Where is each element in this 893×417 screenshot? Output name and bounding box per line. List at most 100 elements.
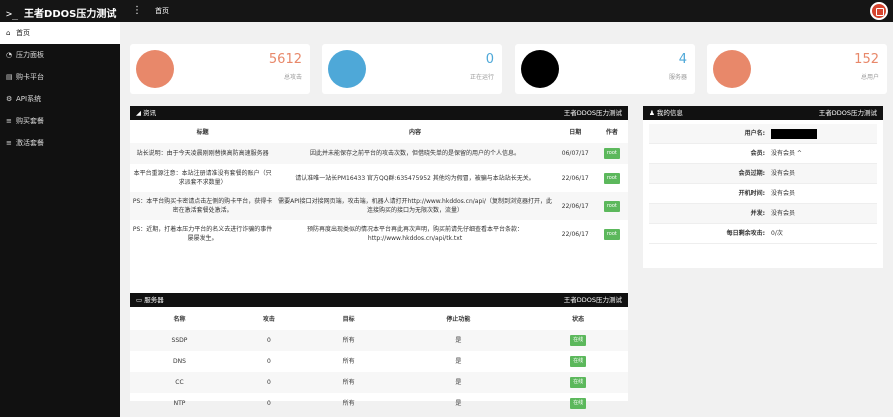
table-row: PS：本平台购买卡密请点击左侧的购卡平台，获得卡密在激活套餐处激活。 需要API接… [130,192,628,220]
server-name-cell: CC [175,379,184,386]
server-stop-cell: 是 [455,400,462,407]
server-title-right: 王者DDOS压力测试 [563,296,622,304]
top-bar: >_ 王者DDOS压力测试 ⋮ 首页 [0,0,893,22]
chart-icon [136,50,174,88]
table-row: NTP 0 所有 是 在线 [130,393,628,414]
brand[interactable]: >_ 王者DDOS压力测试 [6,5,116,20]
user-icon: ♟ [649,109,657,117]
profile-value: 0/次 [771,224,877,243]
news-title-right: 王者DDOS压力测试 [563,109,622,117]
dashboard-icon: ◔ [6,51,13,59]
server-status-cell: 在线 [528,393,628,414]
server-stop-cell: 是 [455,337,462,344]
column-header: 作者 [605,129,618,136]
profile-value: 没有会员 ^ [771,144,877,163]
server-target-cell: 所有 [342,379,355,386]
sidebar-item-label: 激活套餐 [16,139,44,147]
sidebar-item[interactable]: ⌂ 首页 [0,22,120,44]
heart-icon [713,50,751,88]
server-attacks-cell: 0 [266,400,271,407]
stat-value: 4 [678,52,687,67]
profile-row: 会员: 没有会员 ^ [649,144,877,164]
news-title-cell: PS：本平台购买卡密请点击左侧的购卡平台，获得卡密在激活套餐处激活。 [132,198,273,214]
news-date-cell: 22/06/17 [561,230,589,238]
cart-icon: ≡ [6,117,12,125]
news-content-cell: 预防再度出现类似的情况本平台再此再次声明，购买前请先仔细查看本平台条款：http… [307,226,524,242]
home-icon: ⌂ [6,29,11,37]
news-content-cell: 因此并未能保存之前平台的攻击次数，但借晓失单的是保留的用户的个人信息。 [310,150,521,157]
profile-key: 每日剩余攻击: [726,230,765,237]
news-panel: ◢ 资讯 王者DDOS压力测试 标题 内容 日期 作者 站长说明：由于今天凌晨刚刚替换… [130,106,628,302]
sidebar-item[interactable]: ▤ 购卡平台 [0,66,120,88]
profile-value-text: 0/次 [771,230,783,237]
column-header: 内容 [409,129,422,136]
server-name-cell: DNS [173,358,186,365]
table-row: PS：近期，打着本压力平台的名义去进行诈骗的事件屡屡发生。 预防再度出现类似的情况… [130,220,628,248]
profile-row: 用户名: [649,124,877,144]
sidebar-item-label: 购卡平台 [16,73,44,81]
news-author-cell: root [596,220,628,248]
logout-button[interactable] [870,2,888,20]
table-row: CC 0 所有 是 在线 [130,372,628,393]
sidebar-item[interactable]: ≡ 激活套餐 [0,132,120,154]
news-title: 资讯 [143,109,157,117]
breadcrumb-home[interactable]: 首页 [155,6,169,16]
power-icon [876,8,884,16]
column-header: 目标 [342,316,355,323]
stat-card: 152 总用户 [707,44,887,94]
app-title: 王者DDOS压力测试 [24,9,117,20]
terminal-icon: >_ [6,9,19,20]
server-attacks-cell: 0 [266,337,271,344]
author-badge: root [603,228,620,240]
sidebar-item[interactable]: ◔ 压力面板 [0,44,120,66]
profile-title-right: 王者DDOS压力测试 [818,109,877,117]
profile-key: 并发: [750,210,765,217]
table-row: 站长说明：由于今天凌晨刚刚替换高防高速服务器 因此并未能保存之前平台的攻击次数，但… [130,143,628,164]
sidebar-item-label: 压力面板 [16,51,44,59]
card-icon: ▤ [6,73,13,81]
sidebar-item-label: 购买套餐 [16,117,44,125]
profile-value: 没有会员 [771,184,877,203]
profile-key: 会员: [750,150,765,157]
stat-label: 服务器 [668,74,687,81]
column-header: 标题 [196,129,209,136]
news-table: 标题 内容 日期 作者 站长说明：由于今天凌晨刚刚替换高防高速服务器 因此并未能保存之前… [130,120,628,248]
news-date-cell: 22/06/17 [561,202,589,210]
server-target-cell: 所有 [342,400,355,407]
news-content-cell: 需要API接口对接网页端，攻击端，机器人请打开http://www.hkddos… [278,198,552,214]
news-title-cell: PS：近期，打着本压力平台的名义去进行诈骗的事件屡屡发生。 [132,226,273,242]
stat-value: 152 [854,52,879,67]
sidebar-item-label: 首页 [16,29,30,37]
server-status-cell: 在线 [528,330,628,351]
server-name-cell: NTP [173,400,186,407]
stat-value: 0 [485,52,494,67]
author-badge: root [603,200,620,212]
status-badge: 在线 [570,356,587,367]
stat-card: 4 服务器 [515,44,695,94]
news-title-cell: 站长说明：由于今天凌晨刚刚替换高防高速服务器 [136,150,269,157]
profile-row: 会员过期: 没有会员 [649,164,877,184]
column-header: 名称 [173,316,186,323]
profile-value-text: 没有会员 [771,190,796,197]
profile-key: 会员过期: [738,170,765,177]
sidebar-item[interactable]: ≡ 购买套餐 [0,110,120,132]
sidebar: ⌂ 首页 ◔ 压力面板 ▤ 购卡平台 ⚙ API系统 ≡ 购买套餐 ≡ 激活套餐 [0,22,120,417]
server-target-cell: 所有 [342,337,355,344]
column-header: 攻击 [262,316,275,323]
profile-key: 用户名: [744,130,765,137]
activate-icon: ≡ [6,139,12,147]
menu-toggle-icon[interactable]: ⋮ [132,5,142,16]
server-panel: ▭ 服务器 王者DDOS压力测试 名称 攻击 目标 停止功能 状态 SSDP 0 所有是在线… [130,293,628,409]
profile-value: 没有会员 [771,164,877,183]
code-icon: ⚙ [6,95,13,103]
news-date-cell: 06/07/17 [561,150,589,157]
news-author-cell: root [596,164,628,192]
server-attacks-cell: 0 [266,379,271,386]
profile-row: 并发: 没有会员 [649,204,877,224]
news-author-cell: root [596,192,628,220]
server-attacks-cell: 0 [266,358,271,365]
sidebar-item[interactable]: ⚙ API系统 [0,88,120,110]
column-header: 日期 [569,129,582,136]
status-badge: 在线 [570,335,587,346]
stat-card: 0 正在运行 [322,44,502,94]
